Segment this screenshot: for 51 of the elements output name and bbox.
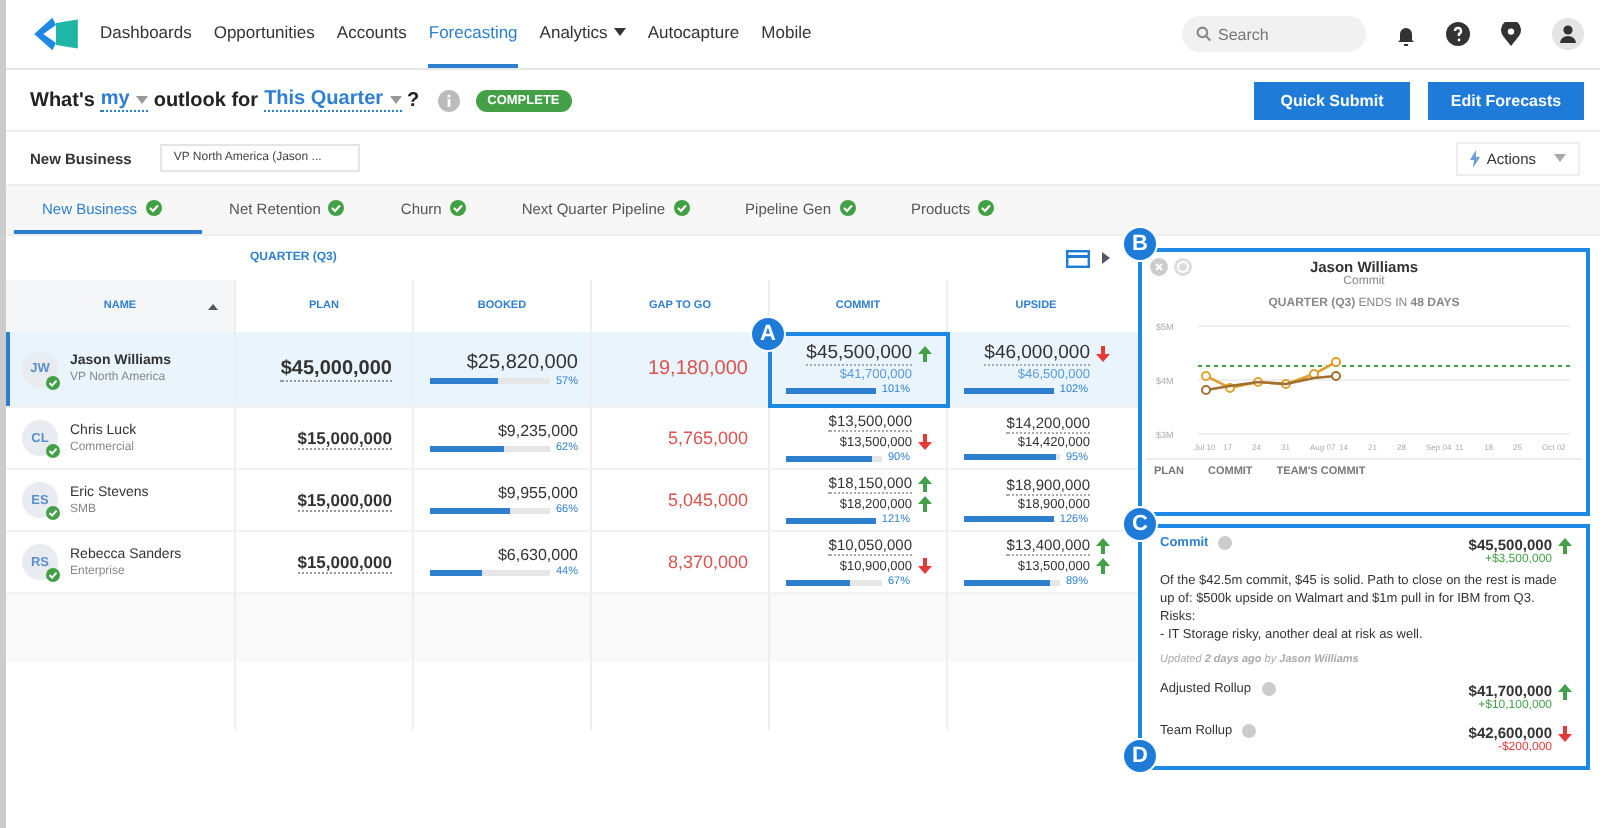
check-icon bbox=[46, 375, 60, 389]
callout-marker: C bbox=[1122, 506, 1158, 542]
user-avatar-icon[interactable] bbox=[1552, 18, 1584, 50]
gap-amount: 5,045,000 bbox=[667, 490, 748, 510]
logo-icon[interactable] bbox=[30, 14, 82, 54]
caret-icon bbox=[135, 95, 148, 103]
team-commit-line bbox=[1201, 371, 1341, 395]
caret-icon bbox=[1554, 154, 1566, 162]
nav-link[interactable]: Opportunities bbox=[213, 0, 315, 68]
outlook-label: What's bbox=[30, 89, 95, 111]
nav-link[interactable]: Dashboards bbox=[100, 0, 192, 68]
plan-amount: $15,000,000 bbox=[297, 489, 392, 511]
help-icon[interactable] bbox=[1446, 22, 1470, 46]
check-icon bbox=[46, 568, 60, 582]
quick-submit-button[interactable]: Quick Submit bbox=[1254, 81, 1410, 119]
bell-icon[interactable] bbox=[1396, 23, 1416, 45]
nav-link[interactable]: Accounts bbox=[336, 0, 407, 68]
nav-link[interactable]: Forecasting bbox=[428, 0, 518, 68]
forecast-amount: $45,500,000 bbox=[806, 342, 912, 366]
callout-marker: B bbox=[1122, 226, 1158, 262]
callout-marker: D bbox=[1122, 738, 1158, 774]
gap-amount: 8,370,000 bbox=[667, 552, 748, 572]
period-dropdown[interactable]: This Quarter bbox=[264, 88, 402, 112]
forecast-amount: $46,000,000 bbox=[984, 342, 1090, 366]
location-pin-icon[interactable] bbox=[1500, 22, 1522, 46]
lightning-icon bbox=[1470, 149, 1481, 167]
next-icon[interactable] bbox=[1102, 252, 1110, 264]
booked-amount: $9,235,000 bbox=[497, 422, 578, 440]
nav-link[interactable]: Analytics bbox=[539, 0, 626, 68]
outlook-label: outlook for bbox=[153, 89, 259, 111]
booked-amount: $9,955,000 bbox=[497, 484, 578, 502]
question-mark: ? bbox=[407, 89, 420, 111]
search-icon bbox=[1196, 26, 1212, 42]
gap-amount: 5,765,000 bbox=[667, 428, 748, 448]
gap-amount: 19,180,000 bbox=[647, 358, 748, 380]
card-view-icon[interactable] bbox=[1066, 249, 1090, 267]
plan-amount: $15,000,000 bbox=[297, 551, 392, 573]
nav-link[interactable]: Autocapture bbox=[647, 0, 740, 68]
check-icon bbox=[46, 506, 60, 520]
check-icon bbox=[46, 444, 60, 458]
plan-amount: $45,000,000 bbox=[280, 357, 392, 381]
sort-icon bbox=[208, 303, 218, 309]
plan-amount: $15,000,000 bbox=[297, 427, 392, 449]
booked-amount: $6,630,000 bbox=[497, 546, 578, 564]
search-field[interactable]: Search bbox=[1182, 16, 1366, 52]
booked-amount: $25,820,000 bbox=[466, 351, 578, 373]
info-icon[interactable] bbox=[437, 89, 460, 111]
caret-icon bbox=[389, 95, 402, 103]
nav-link[interactable]: Mobile bbox=[761, 0, 812, 68]
owner-dropdown[interactable]: my bbox=[100, 88, 148, 112]
edit-forecasts-button[interactable]: Edit Forecasts bbox=[1428, 81, 1584, 119]
